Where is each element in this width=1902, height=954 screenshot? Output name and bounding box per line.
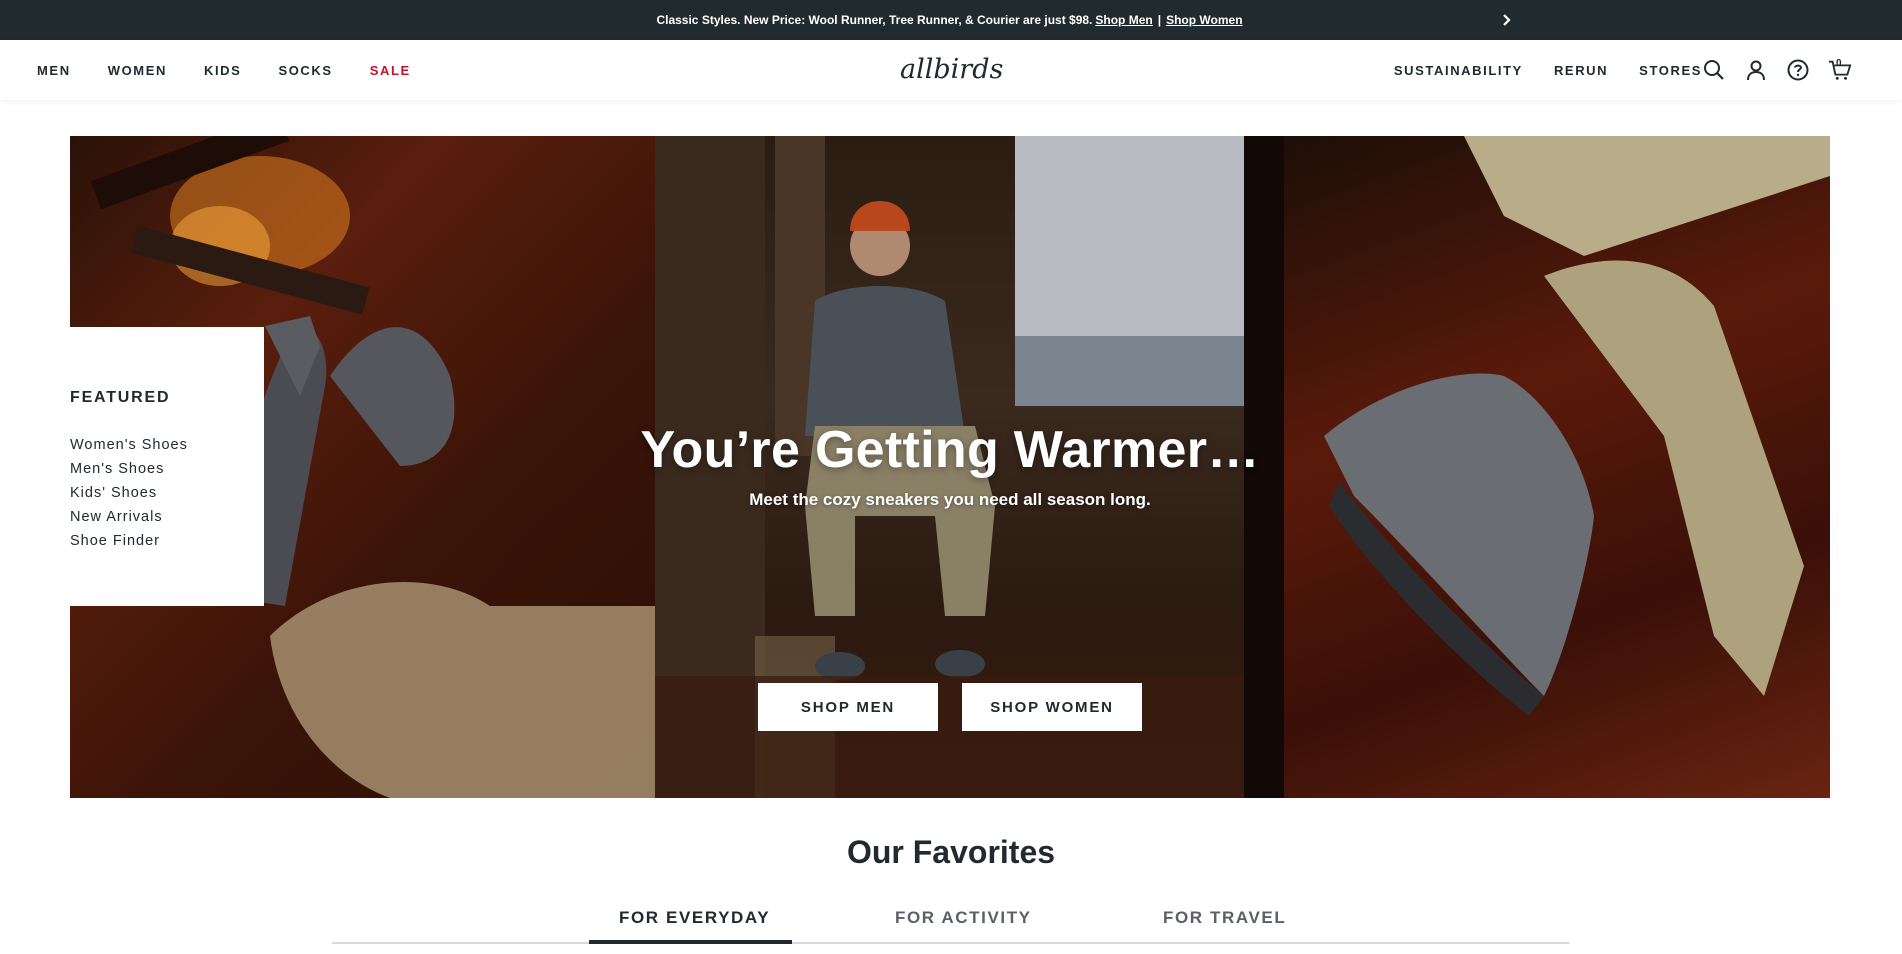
- tab-for-activity[interactable]: FOR ACTIVITY: [895, 908, 1032, 928]
- announcement-shop-women-link[interactable]: Shop Women: [1166, 13, 1242, 27]
- announcement-separator: |: [1157, 13, 1162, 27]
- featured-menu: FEATURED Women's Shoes Men's Shoes Kids'…: [70, 327, 264, 606]
- cart-icon[interactable]: 0: [1828, 58, 1852, 82]
- featured-link-shoe-finder[interactable]: Shoe Finder: [70, 529, 264, 553]
- help-icon[interactable]: [1786, 58, 1810, 82]
- hero-text: You’re Getting Warmer… Meet the cozy sne…: [70, 420, 1830, 510]
- featured-link-kids-shoes[interactable]: Kids' Shoes: [70, 481, 264, 505]
- main-nav: MEN WOMEN KIDS SOCKS SALE allbirds SUSTA…: [0, 40, 1902, 100]
- nav-rerun[interactable]: RERUN: [1554, 63, 1608, 78]
- tab-for-travel[interactable]: FOR TRAVEL: [1163, 908, 1286, 928]
- announcement-text: Classic Styles. New Price: Wool Runner, …: [656, 13, 1093, 27]
- featured-link-new-arrivals[interactable]: New Arrivals: [70, 505, 264, 529]
- featured-link-mens-shoes[interactable]: Men's Shoes: [70, 457, 264, 481]
- nav-sustainability[interactable]: SUSTAINABILITY: [1394, 63, 1523, 78]
- shop-men-button[interactable]: SHOP MEN: [758, 683, 938, 731]
- shop-women-button[interactable]: SHOP WOMEN: [962, 683, 1142, 731]
- favorites-title: Our Favorites: [846, 834, 1056, 870]
- account-icon[interactable]: [1744, 58, 1768, 82]
- hero-subtitle: Meet the cozy sneakers you need all seas…: [749, 490, 1151, 509]
- allbirds-logo[interactable]: allbirds: [898, 51, 1004, 89]
- chevron-right-icon[interactable]: [1497, 10, 1517, 30]
- announcement-bar: Classic Styles. New Price: Wool Runner, …: [0, 0, 1902, 40]
- nav-icons: 0: [1702, 40, 1852, 100]
- nav-stores[interactable]: STORES: [1639, 63, 1702, 78]
- hero-title: You’re Getting Warmer…: [640, 421, 1260, 479]
- tab-for-everyday[interactable]: FOR EVERYDAY: [619, 908, 770, 928]
- announcement-shop-men-link[interactable]: Shop Men: [1095, 13, 1152, 27]
- logo-wordmark: allbirds: [900, 54, 1003, 85]
- search-icon[interactable]: [1702, 58, 1726, 82]
- cart-count: 0: [1836, 58, 1842, 69]
- nav-kids[interactable]: KIDS: [204, 63, 241, 78]
- hero-banner: You’re Getting Warmer… Meet the cozy sne…: [70, 136, 1830, 798]
- hero-buttons: SHOP MEN SHOP WOMEN: [758, 683, 1142, 731]
- favorites-tabs: FOR EVERYDAY FOR ACTIVITY FOR TRAVEL: [332, 900, 1569, 944]
- nav-right: SUSTAINABILITY RERUN STORES: [1394, 40, 1702, 100]
- featured-link-womens-shoes[interactable]: Women's Shoes: [70, 433, 264, 457]
- active-tab-indicator: [589, 940, 792, 944]
- nav-sale[interactable]: SALE: [370, 63, 411, 78]
- nav-men[interactable]: MEN: [37, 63, 71, 78]
- nav-women[interactable]: WOMEN: [108, 63, 167, 78]
- nav-left: MEN WOMEN KIDS SOCKS SALE: [37, 40, 411, 100]
- featured-title: FEATURED: [70, 389, 171, 406]
- nav-socks[interactable]: SOCKS: [278, 63, 332, 78]
